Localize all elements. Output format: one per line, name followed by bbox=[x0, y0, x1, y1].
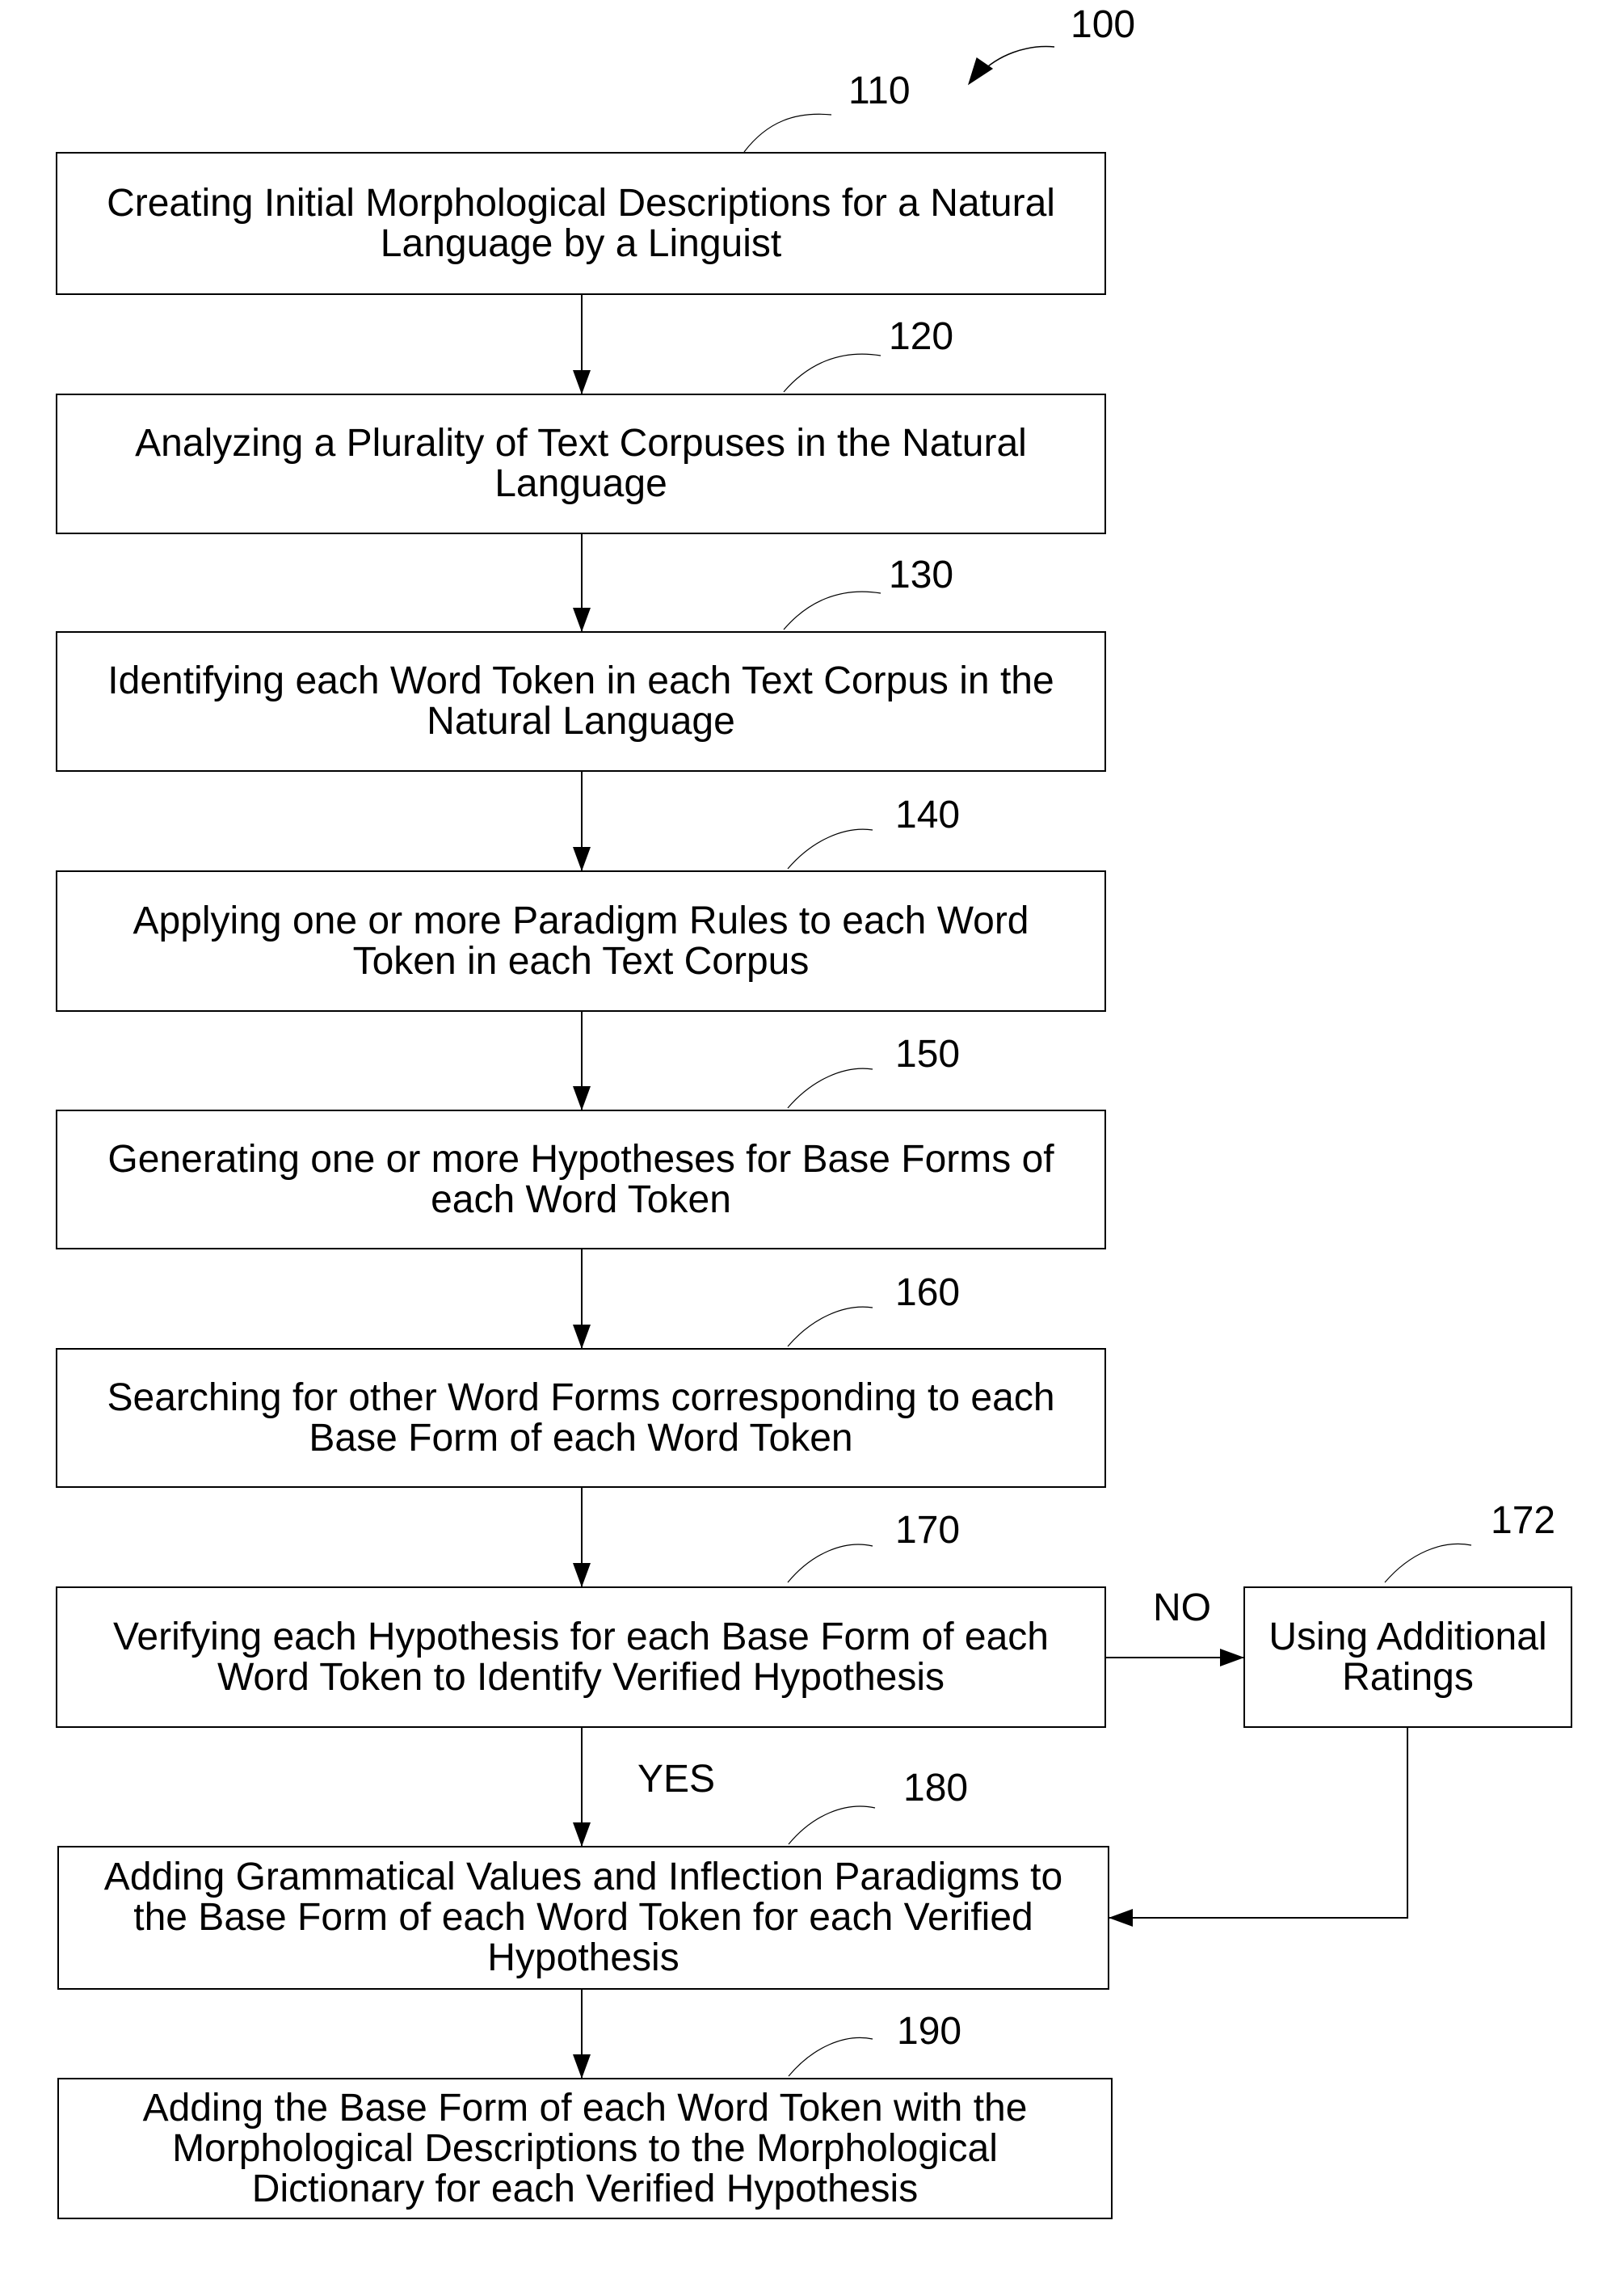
leader-line-160 bbox=[787, 1306, 873, 1347]
step-ref-130: 130 bbox=[889, 554, 954, 596]
step-text-160: Searching for other Word Forms correspon… bbox=[107, 1376, 1055, 1460]
leader-line-190 bbox=[788, 2037, 873, 2077]
step-ref-180: 180 bbox=[903, 1767, 969, 1809]
step-box-140: Applying one or more Paradigm Rules to e… bbox=[56, 870, 1106, 1012]
branch-label-yes: YES bbox=[637, 1758, 716, 1801]
step-text-110: Creating Initial Morphological Descripti… bbox=[107, 181, 1055, 265]
step-ref-170: 170 bbox=[895, 1509, 961, 1552]
step-ref-120: 120 bbox=[889, 315, 954, 358]
leader-line-110 bbox=[743, 113, 832, 153]
step-text-130: Identifying each Word Token in each Text… bbox=[107, 659, 1054, 743]
step-text-170: Verifying each Hypothesis for each Base … bbox=[113, 1615, 1049, 1699]
step-ref-110: 110 bbox=[848, 70, 911, 112]
step-text-150: Generating one or more Hypotheses for Ba… bbox=[107, 1137, 1054, 1221]
step-box-150: Generating one or more Hypotheses for Ba… bbox=[56, 1110, 1106, 1249]
leader-line-180 bbox=[788, 1805, 876, 1845]
branch-label-no: NO bbox=[1153, 1586, 1211, 1629]
step-text-190: Adding the Base Form of each Word Token … bbox=[142, 2086, 1028, 2210]
step-text-172: Using Additional Ratings bbox=[1268, 1615, 1547, 1699]
step-box-172: Using Additional Ratings bbox=[1243, 1586, 1572, 1728]
step-text-120: Analyzing a Plurality of Text Corpuses i… bbox=[135, 422, 1027, 505]
leader-line-140 bbox=[787, 828, 873, 870]
leader-line-172 bbox=[1384, 1543, 1472, 1583]
step-box-190: Adding the Base Form of each Word Token … bbox=[57, 2078, 1113, 2219]
step-box-120: Analyzing a Plurality of Text Corpuses i… bbox=[56, 394, 1106, 534]
leader-line-130 bbox=[783, 591, 881, 630]
step-box-160: Searching for other Word Forms correspon… bbox=[56, 1348, 1106, 1488]
step-ref-150: 150 bbox=[895, 1033, 961, 1076]
step-text-180: Adding Grammatical Values and Inflection… bbox=[103, 1856, 1063, 1979]
connector-arrow-172-180 bbox=[1109, 1728, 1408, 1927]
step-ref-160: 160 bbox=[895, 1271, 961, 1314]
leader-line-170 bbox=[787, 1544, 873, 1583]
step-box-130: Identifying each Word Token in each Text… bbox=[56, 631, 1106, 772]
step-box-180: Adding Grammatical Values and Inflection… bbox=[57, 1846, 1109, 1990]
step-ref-190: 190 bbox=[897, 2010, 962, 2053]
step-text-140: Applying one or more Paradigm Rules to e… bbox=[133, 899, 1029, 983]
step-box-110: Creating Initial Morphological Descripti… bbox=[56, 152, 1106, 295]
figure-reference-label: 100 bbox=[1071, 3, 1136, 46]
step-ref-172: 172 bbox=[1491, 1499, 1556, 1542]
step-box-170: Verifying each Hypothesis for each Base … bbox=[56, 1586, 1106, 1728]
step-ref-140: 140 bbox=[895, 794, 961, 836]
figure-reference-arrowhead bbox=[967, 57, 994, 86]
leader-line-120 bbox=[783, 353, 881, 393]
leader-line-150 bbox=[787, 1068, 873, 1109]
